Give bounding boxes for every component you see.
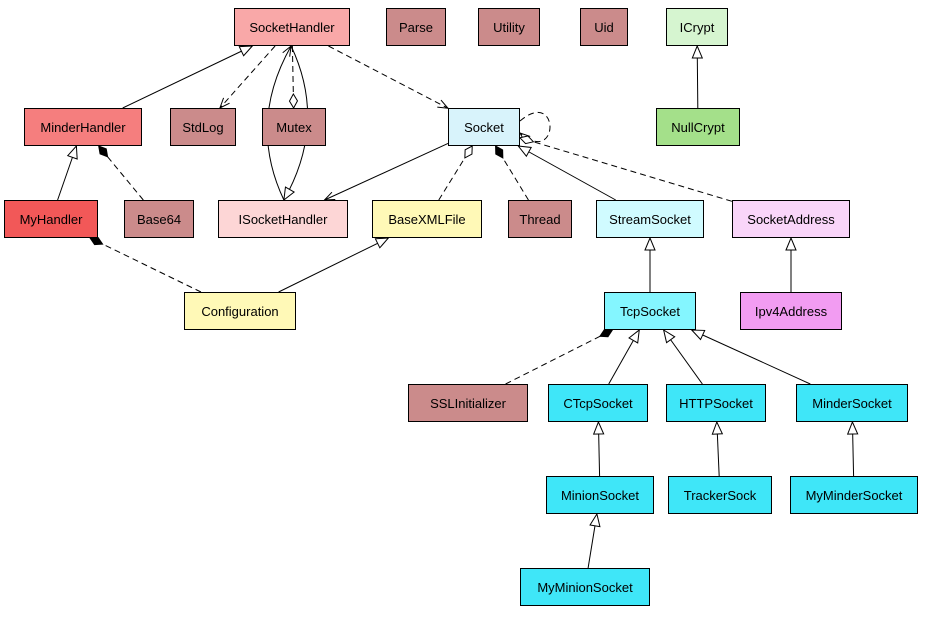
edge-Socket-ISocketHandler xyxy=(325,143,448,200)
class-label: StdLog xyxy=(182,120,223,135)
class-diagram: SocketHandler Parse Utility Uid ICrypt Minder… xyxy=(0,0,930,634)
edge-MyHandler-MinderHandler xyxy=(58,146,77,200)
class-label: MyHandler xyxy=(20,212,83,227)
class-CTcpSocket: CTcpSocket xyxy=(548,384,648,422)
edge-Thread-Socket xyxy=(496,146,529,200)
class-label: Parse xyxy=(399,20,433,35)
class-Socket: Socket xyxy=(448,108,520,146)
edge-SocketHandler-Mutex xyxy=(292,46,293,108)
edge-BaseXMLFile-Socket xyxy=(439,146,472,200)
edge-TrackerSock-HTTPSocket xyxy=(717,422,719,476)
class-label: StreamSocket xyxy=(609,212,691,227)
class-TrackerSock: TrackerSock xyxy=(668,476,772,514)
edge-MinderHandler-SocketHandler xyxy=(123,46,253,108)
class-ICrypt: ICrypt xyxy=(666,8,728,46)
edge-Socket-Socket xyxy=(520,112,550,141)
class-MinionSocket: MinionSocket xyxy=(546,476,654,514)
class-label: ISocketHandler xyxy=(239,212,328,227)
class-label: Uid xyxy=(594,20,614,35)
edge-Configuration-BaseXMLFile xyxy=(279,238,389,292)
class-label: Socket xyxy=(464,120,504,135)
class-label: SSLInitializer xyxy=(430,396,506,411)
class-ISocketHandler: ISocketHandler xyxy=(218,200,348,238)
class-label: MyMinionSocket xyxy=(537,580,632,595)
class-label: Configuration xyxy=(201,304,278,319)
class-MyMinderSocket: MyMinderSocket xyxy=(790,476,918,514)
class-label: TrackerSock xyxy=(684,488,756,503)
class-Uid: Uid xyxy=(580,8,628,46)
class-label: TcpSocket xyxy=(620,304,680,319)
edge-Base64-MinderHandler xyxy=(99,146,144,200)
class-label: NullCrypt xyxy=(671,120,724,135)
edge-SSLInitializer-TcpSocket xyxy=(506,330,613,384)
class-MinderHandler: MinderHandler xyxy=(24,108,142,146)
class-SocketHandler: SocketHandler xyxy=(234,8,350,46)
class-Parse: Parse xyxy=(386,8,446,46)
edge-MinionSocket-CTcpSocket xyxy=(598,422,599,476)
class-Utility: Utility xyxy=(478,8,540,46)
class-Configuration: Configuration xyxy=(184,292,296,330)
class-BaseXMLFile: BaseXMLFile xyxy=(372,200,482,238)
class-label: Ipv4Address xyxy=(755,304,827,319)
class-label: Base64 xyxy=(137,212,181,227)
class-MyMinionSocket: MyMinionSocket xyxy=(520,568,650,606)
class-Ipv4Address: Ipv4Address xyxy=(740,292,842,330)
edge-Configuration-MyHandler xyxy=(90,238,201,292)
class-label: MyMinderSocket xyxy=(806,488,903,503)
class-label: HTTPSocket xyxy=(679,396,753,411)
class-label: ICrypt xyxy=(680,20,715,35)
class-StdLog: StdLog xyxy=(170,108,236,146)
edge-StreamSocket-Socket xyxy=(518,146,615,200)
class-label: MinderSocket xyxy=(812,396,891,411)
class-label: Utility xyxy=(493,20,525,35)
class-label: Thread xyxy=(519,212,560,227)
class-StreamSocket: StreamSocket xyxy=(596,200,704,238)
class-label: MinionSocket xyxy=(561,488,639,503)
class-label: CTcpSocket xyxy=(563,396,632,411)
class-Base64: Base64 xyxy=(124,200,194,238)
edge-SocketHandler-StdLog xyxy=(220,46,275,108)
class-NullCrypt: NullCrypt xyxy=(656,108,740,146)
edge-MyMinderSocket-MinderSocket xyxy=(852,422,853,476)
edge-SocketAddress-Socket xyxy=(520,138,732,202)
class-Thread: Thread xyxy=(508,200,572,238)
class-label: SocketHandler xyxy=(249,20,334,35)
edge-MyMinionSocket-MinionSocket xyxy=(588,514,597,568)
class-Mutex: Mutex xyxy=(262,108,326,146)
class-label: MinderHandler xyxy=(40,120,125,135)
class-label: BaseXMLFile xyxy=(388,212,465,227)
class-MinderSocket: MinderSocket xyxy=(796,384,908,422)
class-SocketAddress: SocketAddress xyxy=(732,200,850,238)
class-label: Mutex xyxy=(276,120,311,135)
edge-CTcpSocket-TcpSocket xyxy=(609,330,640,384)
class-HTTPSocket: HTTPSocket xyxy=(666,384,766,422)
edge-MinderSocket-TcpSocket xyxy=(692,330,811,384)
edge-SocketHandler-Socket xyxy=(328,46,448,108)
class-label: SocketAddress xyxy=(747,212,834,227)
edge-HTTPSocket-TcpSocket xyxy=(664,330,703,384)
class-MyHandler: MyHandler xyxy=(4,200,98,238)
class-TcpSocket: TcpSocket xyxy=(604,292,696,330)
edge-NullCrypt-ICrypt xyxy=(697,46,698,108)
class-SSLInitializer: SSLInitializer xyxy=(408,384,528,422)
